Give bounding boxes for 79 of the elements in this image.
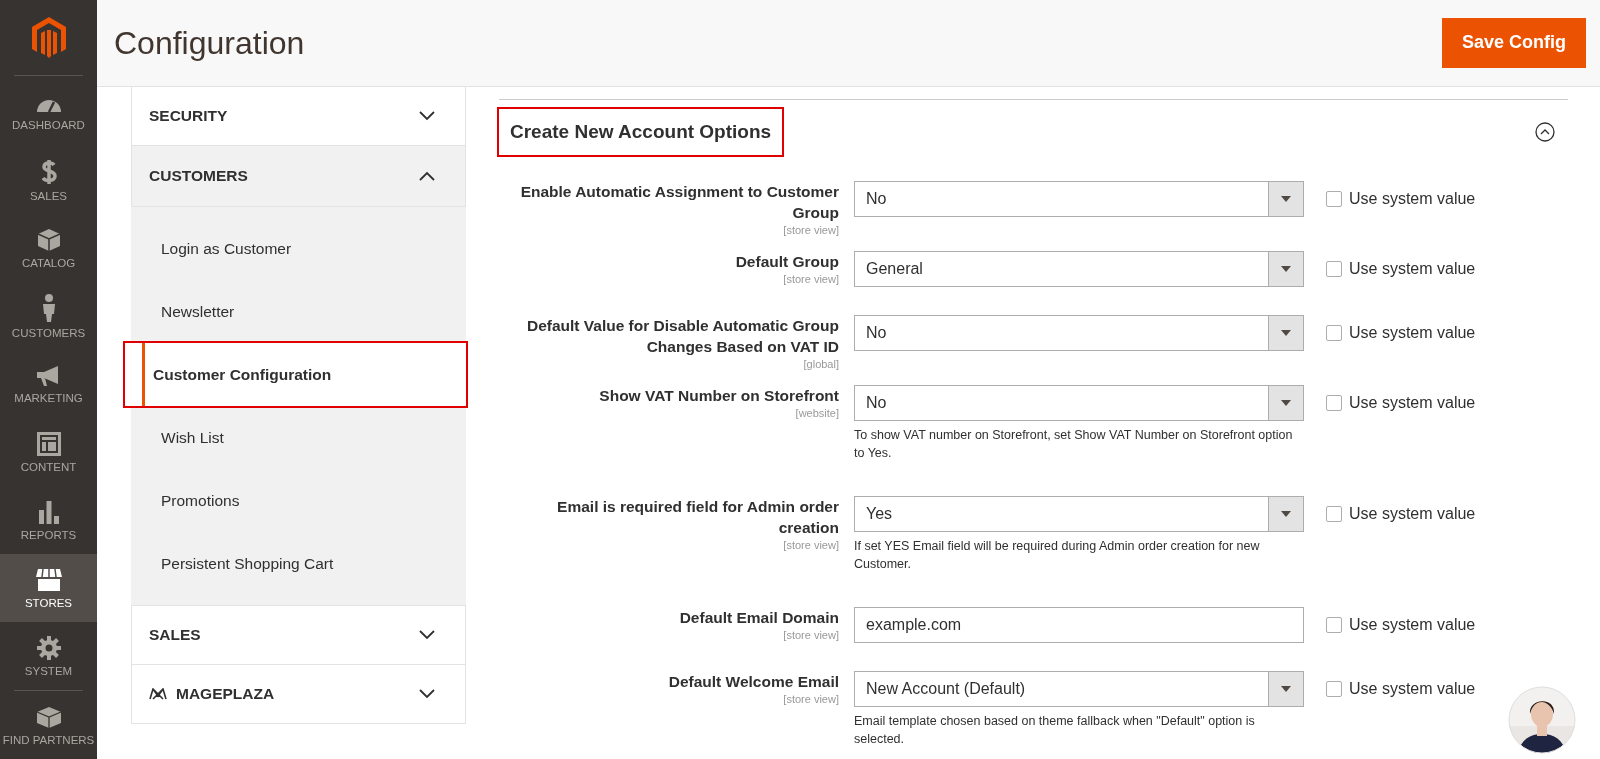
caret-icon	[1281, 511, 1291, 517]
scope-label: [store view]	[783, 223, 839, 237]
field-label: Default Value for Disable Automatic Group Changes Based on VAT ID	[525, 316, 839, 357]
checkbox[interactable]	[1326, 395, 1342, 411]
select-field[interactable]: New Account (Default)	[854, 671, 1304, 707]
nav-item[interactable]: CUSTOMERS	[0, 282, 97, 350]
dollar-icon	[39, 158, 58, 185]
scope-label: [store view]	[783, 538, 839, 552]
select-field[interactable]: No	[854, 181, 1304, 217]
checkbox-label[interactable]: Use system value	[1349, 505, 1476, 523]
field-note: To show VAT number on Storefront, set Show VAT Number on Storefront option to Yes.	[854, 427, 1294, 462]
menu-section-header[interactable]: MAGEPLAZA	[131, 665, 466, 724]
caret-icon	[1281, 196, 1291, 202]
select-field[interactable]: General	[854, 251, 1304, 287]
bar-chart-icon	[37, 499, 60, 524]
brick-icon	[35, 704, 62, 729]
page-title: Configuration	[114, 24, 305, 62]
nav-item[interactable]: CONTENT	[0, 418, 97, 486]
checkbox-label[interactable]: Use system value	[1349, 324, 1476, 342]
scope-label: [store view]	[783, 272, 839, 286]
save-config-button[interactable]: Save Config	[1441, 17, 1586, 68]
logo-icon[interactable]	[30, 15, 67, 60]
section-title: Create New Account Options	[499, 109, 783, 155]
caret-icon	[1281, 686, 1291, 692]
checkbox-label[interactable]: Use system value	[1349, 394, 1476, 412]
chevron-up-icon	[419, 171, 435, 181]
nav-item[interactable]: DASHBOARD	[0, 78, 97, 146]
scope-label: [store view]	[783, 628, 839, 642]
checkbox[interactable]	[1326, 681, 1342, 697]
field-note: Email template chosen based on theme fallback when "Default" option is selected.	[854, 713, 1256, 748]
nav-item[interactable]: CATALOG	[0, 214, 97, 282]
field-label: Show VAT Number on Storefront	[599, 386, 839, 406]
menu-item[interactable]: Persistent Shopping Cart	[139, 532, 466, 595]
select-field[interactable]: No	[854, 315, 1304, 351]
field-label: Default Welcome Email	[668, 672, 839, 692]
collapse-icon[interactable]	[1535, 122, 1555, 142]
field-label: Enable Automatic Assignment to Customer Group	[519, 182, 839, 223]
nav-item[interactable]: REPORTS	[0, 486, 97, 554]
checkbox[interactable]	[1326, 261, 1342, 277]
nav-item[interactable]: SALES	[0, 146, 97, 214]
menu-section-header[interactable]: SECURITY	[131, 87, 466, 146]
input-field[interactable]: example.com	[854, 607, 1304, 643]
layout-icon	[36, 431, 61, 456]
checkbox[interactable]	[1326, 191, 1342, 207]
field-label: Default Email Domain	[679, 608, 839, 628]
checkbox[interactable]	[1326, 506, 1342, 522]
checkbox-label[interactable]: Use system value	[1349, 680, 1476, 698]
nav-item[interactable]: MARKETING	[0, 350, 97, 418]
chevron-down-icon	[419, 689, 435, 699]
checkbox-label[interactable]: Use system value	[1349, 260, 1476, 278]
field-note: If set YES Email field will be required during Admin order creation for new Customer.	[854, 538, 1261, 573]
menu-item[interactable]: Login as Customer	[139, 217, 466, 280]
checkbox[interactable]	[1326, 325, 1342, 341]
person-icon	[40, 293, 57, 322]
menu-section-header[interactable]: SALES	[131, 606, 466, 665]
field-label: Email is required field for Admin order creation	[556, 497, 839, 538]
menu-item[interactable]: Wish List	[139, 406, 466, 469]
select-field[interactable]: Yes	[854, 496, 1304, 532]
chevron-down-icon	[419, 630, 435, 640]
menu-item[interactable]: Newsletter	[139, 280, 466, 343]
checkbox-label[interactable]: Use system value	[1349, 190, 1476, 208]
nav-item[interactable]: SYSTEM	[0, 622, 97, 690]
storefront-icon	[34, 567, 63, 592]
menu-section-header[interactable]: CUSTOMERS	[131, 146, 466, 207]
caret-icon	[1281, 330, 1291, 336]
menu-item[interactable]: Promotions	[139, 469, 466, 532]
scope-label: [website]	[795, 406, 839, 420]
caret-icon	[1281, 266, 1291, 272]
nav-item[interactable]: FIND PARTNERS	[0, 691, 97, 759]
scope-label: [global]	[803, 357, 839, 371]
select-field[interactable]: No	[854, 385, 1304, 421]
nav-item[interactable]: STORES	[0, 554, 97, 622]
box-icon	[36, 227, 61, 252]
checkbox-label[interactable]: Use system value	[1349, 616, 1476, 634]
caret-icon	[1281, 400, 1291, 406]
checkbox[interactable]	[1326, 617, 1342, 633]
chevron-down-icon	[419, 111, 435, 121]
scope-label: [store view]	[783, 692, 839, 706]
field-label: Default Group	[735, 252, 839, 272]
